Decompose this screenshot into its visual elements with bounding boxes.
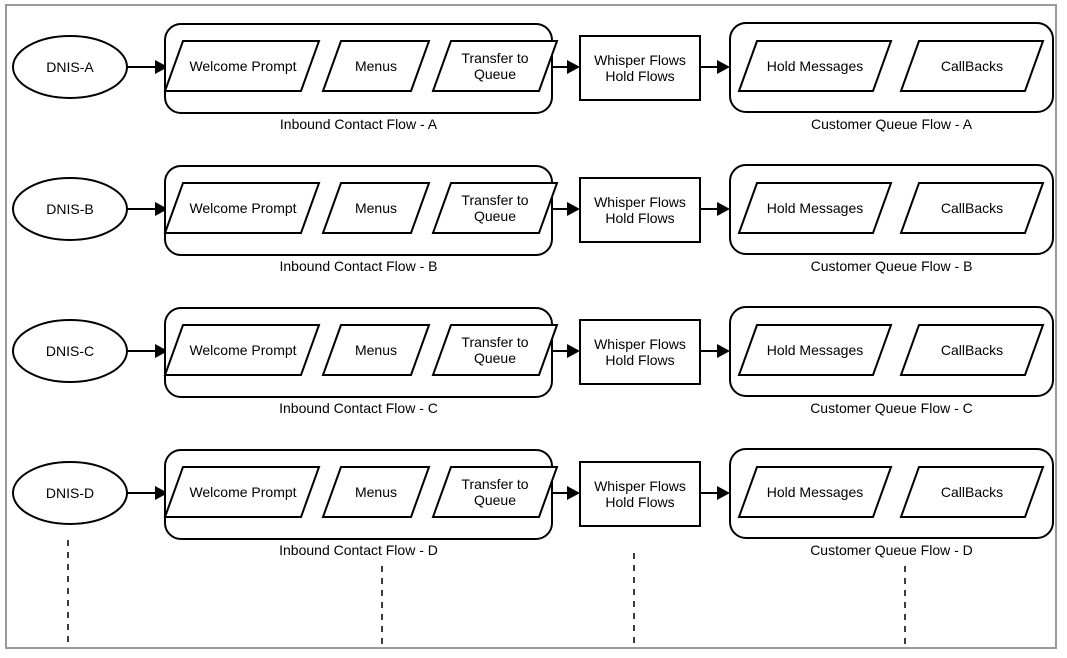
hold-flows-label-c: Hold Flows [605,352,675,368]
hold-flows-label-b: Hold Flows [605,210,675,226]
queue-label-wrap-a-0: Hold Messages [748,44,882,88]
whisper-box-label-wrap-c: Whisper Flows Hold Flows [580,320,700,384]
dnis-label-wrap-b: DNIS-B [13,178,127,240]
queue-caption-wrap-c: Customer Queue Flow - C [730,398,1053,418]
step-label-wrap-d-0: Welcome Prompt [183,470,303,514]
dnis-label-c: DNIS-C [45,342,95,359]
step-label-c-0: Welcome Prompt [189,341,297,358]
dnis-label-wrap-c: DNIS-C [13,320,127,382]
arrow-head-queue-d [717,486,730,500]
whisper-flows-label-c: Whisper Flows [594,335,686,352]
dnis-label-a: DNIS-A [46,58,94,75]
step-label-wrap-c-2: Transfer to Queue [444,328,546,372]
queue-flow-caption-b: Customer Queue Flow - B [810,257,973,274]
dnis-label-b: DNIS-B [46,200,94,217]
queue-label-b-0: Hold Messages [766,199,864,216]
whisper-box-label-wrap-b: Whisper Flows Hold Flows [580,178,700,242]
step-label-wrap-b-0: Welcome Prompt [183,186,303,230]
step-label-d-2: Transfer to Queue [461,475,529,508]
queue-flow-caption-d: Customer Queue Flow - D [810,541,973,558]
queue-label-wrap-c-0: Hold Messages [748,328,882,372]
arrow-head-whisper-d [567,486,580,500]
whisper-flows-label-b: Whisper Flows [594,193,686,210]
queue-label-wrap-d-0: Hold Messages [748,470,882,514]
queue-label-wrap-b-0: Hold Messages [748,186,882,230]
step-label-wrap-a-2: Transfer to Queue [444,44,546,88]
inbound-caption-wrap-b: Inbound Contact Flow - B [165,256,552,276]
step-label-wrap-a-1: Menus [330,44,422,88]
inbound-flow-caption-a: Inbound Contact Flow - A [279,115,438,132]
whisper-box-label-wrap-a: Whisper Flows Hold Flows [580,36,700,100]
queue-label-c-1: CallBacks [940,341,1004,358]
step-label-d-1: Menus [354,483,398,500]
queue-label-wrap-d-1: CallBacks [910,470,1034,514]
whisper-flows-label-d: Whisper Flows [594,477,686,494]
queue-label-c-0: Hold Messages [766,341,864,358]
step-label-wrap-c-0: Welcome Prompt [183,328,303,372]
arrow-head-queue-c [717,344,730,358]
inbound-caption-wrap-a: Inbound Contact Flow - A [165,114,552,134]
inbound-flow-caption-b: Inbound Contact Flow - B [279,257,438,274]
queue-label-d-0: Hold Messages [766,483,864,500]
step-label-a-0: Welcome Prompt [189,57,297,74]
step-label-c-2: Transfer to Queue [461,333,529,366]
queue-flow-caption-c: Customer Queue Flow - C [810,399,973,416]
inbound-flow-caption-d: Inbound Contact Flow - D [279,541,438,558]
hold-flows-label-d: Hold Flows [605,494,675,510]
dnis-label-wrap-a: DNIS-A [13,36,127,98]
arrow-head-whisper-b [567,202,580,216]
inbound-caption-wrap-c: Inbound Contact Flow - C [165,398,552,418]
step-label-b-2: Transfer to Queue [461,191,529,224]
queue-label-wrap-b-1: CallBacks [910,186,1034,230]
arrow-head-queue-b [717,202,730,216]
step-label-b-1: Menus [354,199,398,216]
queue-label-b-1: CallBacks [940,199,1004,216]
queue-label-a-0: Hold Messages [766,57,864,74]
whisper-flows-label-a: Whisper Flows [594,51,686,68]
queue-caption-wrap-d: Customer Queue Flow - D [730,540,1053,560]
inbound-flow-caption-c: Inbound Contact Flow - C [279,399,438,416]
arrow-head-whisper-c [567,344,580,358]
step-label-wrap-b-1: Menus [330,186,422,230]
hold-flows-label-a: Hold Flows [605,68,675,84]
queue-label-wrap-a-1: CallBacks [910,44,1034,88]
step-label-b-0: Welcome Prompt [189,199,297,216]
arrow-head-whisper-a [567,60,580,74]
arrow-head-queue-a [717,60,730,74]
queue-caption-wrap-b: Customer Queue Flow - B [730,256,1053,276]
step-label-c-1: Menus [354,341,398,358]
queue-label-d-1: CallBacks [940,483,1004,500]
step-label-wrap-b-2: Transfer to Queue [444,186,546,230]
whisper-box-label-wrap-d: Whisper Flows Hold Flows [580,462,700,526]
queue-caption-wrap-a: Customer Queue Flow - A [730,114,1053,134]
queue-label-a-1: CallBacks [940,57,1004,74]
step-label-wrap-d-2: Transfer to Queue [444,470,546,514]
queue-label-wrap-c-1: CallBacks [910,328,1034,372]
inbound-caption-wrap-d: Inbound Contact Flow - D [165,540,552,560]
step-label-a-1: Menus [354,57,398,74]
dnis-label-wrap-d: DNIS-D [13,462,127,524]
step-label-wrap-a-0: Welcome Prompt [183,44,303,88]
step-label-d-0: Welcome Prompt [189,483,297,500]
dnis-label-d: DNIS-D [45,484,95,501]
step-label-a-2: Transfer to Queue [461,49,529,82]
diagram-canvas: DNIS-A Welcome Prompt Menus Transfer to … [0,0,1067,658]
queue-flow-caption-a: Customer Queue Flow - A [810,115,973,132]
step-label-wrap-c-1: Menus [330,328,422,372]
step-label-wrap-d-1: Menus [330,470,422,514]
